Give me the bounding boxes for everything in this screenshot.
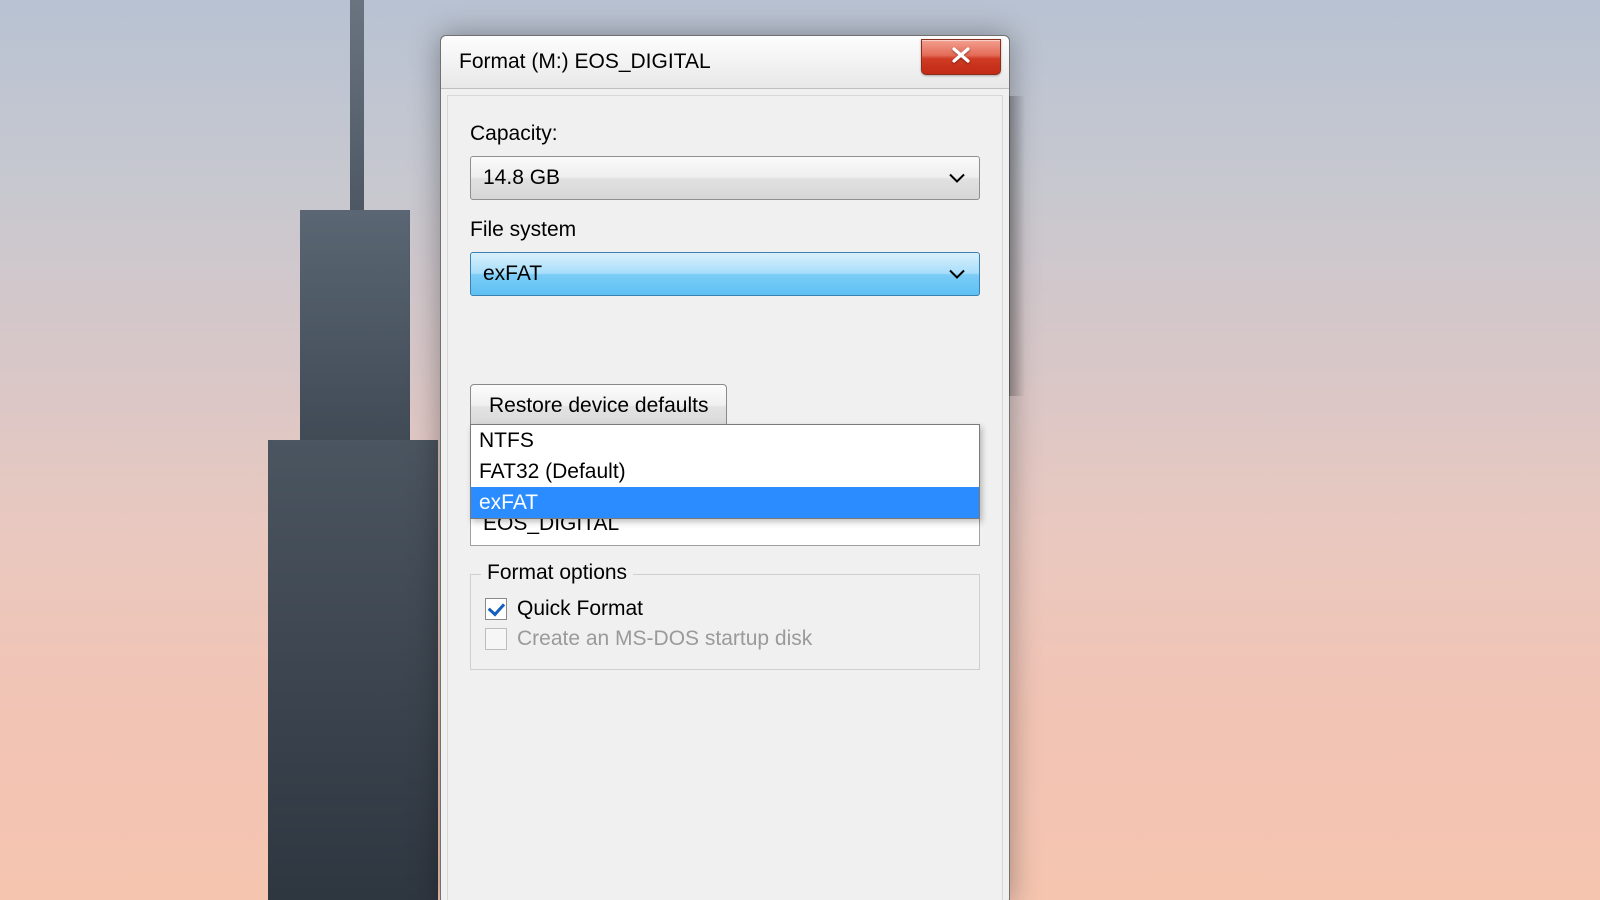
dialog-client-area: Capacity: 14.8 GB File system exFAT NTFS… [447,95,1003,900]
dialog-title: Format (M:) EOS_DIGITAL [459,50,921,74]
wallpaper-building [268,440,438,900]
close-icon [951,47,971,68]
wallpaper-spire [350,0,364,240]
format-options-group: Format options Quick Format Create an MS… [470,574,980,670]
chevron-down-icon [949,174,965,184]
filesystem-option-fat32[interactable]: FAT32 (Default) [471,456,979,487]
capacity-label: Capacity: [470,122,980,146]
filesystem-dropdown[interactable]: exFAT [470,252,980,296]
wallpaper-building-top [300,210,410,470]
chevron-down-icon [949,270,965,280]
filesystem-value: exFAT [483,262,542,286]
restore-defaults-label: Restore device defaults [489,394,708,418]
msdos-disk-row: Create an MS-DOS startup disk [485,627,965,651]
filesystem-options-list[interactable]: NTFS FAT32 (Default) exFAT [470,424,980,519]
filesystem-option-exfat[interactable]: exFAT [471,487,979,518]
dialog-shadow [1009,96,1025,396]
quick-format-row[interactable]: Quick Format [485,597,965,621]
msdos-disk-label: Create an MS-DOS startup disk [517,627,812,651]
msdos-disk-checkbox [485,628,507,650]
quick-format-label: Quick Format [517,597,643,621]
format-dialog: Format (M:) EOS_DIGITAL Capacity: 14.8 G… [440,35,1010,900]
close-button[interactable] [921,39,1001,75]
quick-format-checkbox[interactable] [485,598,507,620]
filesystem-label: File system [470,218,980,242]
desktop-wallpaper: Format (M:) EOS_DIGITAL Capacity: 14.8 G… [0,0,1600,900]
titlebar[interactable]: Format (M:) EOS_DIGITAL [441,36,1009,89]
capacity-value: 14.8 GB [483,166,560,190]
restore-defaults-button[interactable]: Restore device defaults [470,384,727,428]
format-options-title: Format options [481,561,633,585]
capacity-dropdown[interactable]: 14.8 GB [470,156,980,200]
filesystem-option-ntfs[interactable]: NTFS [471,425,979,456]
